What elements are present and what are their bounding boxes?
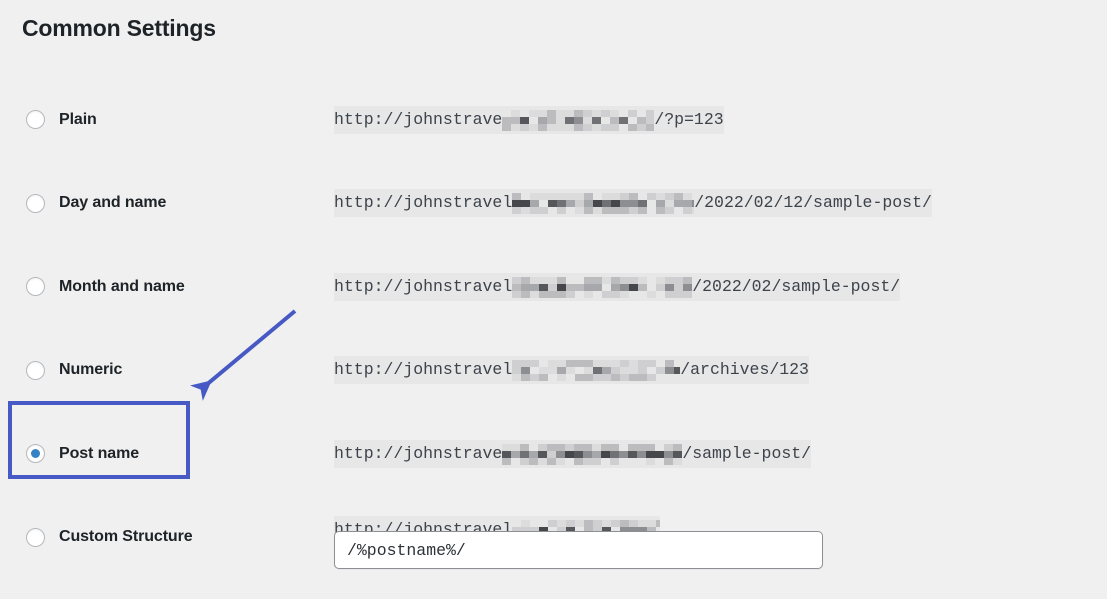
url-example-plain: http://johnstrave /?p=123: [334, 106, 724, 134]
url-example-holder-plain: http://johnstrave /?p=123: [334, 78, 724, 162]
radio-button-post-name-selected[interactable]: [26, 444, 45, 463]
radio-button-numeric[interactable]: [26, 361, 45, 380]
url-suffix: /2022/02/12/sample-post/: [694, 190, 932, 216]
radio-button-month-and-name[interactable]: [26, 277, 45, 296]
option-left-post-name: Post name: [0, 412, 334, 496]
url-example-holder-month-and-name: http://johnstravel/2022/02/sample-post/: [334, 245, 900, 329]
option-label-month-and-name: Month and name: [59, 278, 185, 296]
url-prefix: http://johnstravel: [334, 274, 512, 300]
url-prefix: http://johnstrave: [334, 107, 502, 133]
redacted-domain-mosaic: [502, 442, 682, 466]
option-row: Post name http://johnstrave/sample-post/: [0, 412, 1107, 496]
url-prefix: http://johnstravel: [334, 357, 512, 383]
option-label-custom-structure: Custom Structure: [59, 528, 193, 546]
option-label-numeric: Numeric: [59, 361, 122, 379]
option-left-custom-structure: Custom Structure: [0, 496, 334, 580]
option-left-plain: Plain: [0, 78, 334, 162]
radio-option-custom-structure[interactable]: Custom Structure: [0, 528, 193, 547]
url-prefix: http://johnstravel: [334, 190, 512, 216]
option-left-month-and-name: Month and name: [0, 245, 334, 329]
radio-option-numeric[interactable]: Numeric: [0, 361, 122, 380]
option-row: Numeric http://johnstravel/archives/123: [0, 329, 1107, 413]
url-example-day-and-name: http://johnstravel/2022/02/12/sample-pos…: [334, 189, 932, 217]
url-suffix: /sample-post/: [682, 441, 811, 467]
url-example-post-name: http://johnstrave/sample-post/: [334, 440, 811, 468]
radio-option-month-and-name[interactable]: Month and name: [0, 277, 185, 296]
option-label-post-name: Post name: [59, 445, 139, 463]
redacted-domain-mosaic: [512, 275, 692, 299]
url-suffix: /?p=123: [654, 107, 723, 133]
url-example-month-and-name: http://johnstravel/2022/02/sample-post/: [334, 273, 900, 301]
redacted-domain-mosaic: [512, 191, 694, 215]
option-left-day-and-name: Day and name: [0, 162, 334, 246]
radio-button-custom-structure[interactable]: [26, 528, 45, 547]
option-row: Day and name http://johnstravel/2022/02/1…: [0, 162, 1107, 246]
url-suffix: /2022/02/sample-post/: [692, 274, 900, 300]
option-label-day-and-name: Day and name: [59, 194, 166, 212]
radio-button-day-and-name[interactable]: [26, 194, 45, 213]
url-prefix: http://johnstrave: [334, 441, 502, 467]
radio-option-plain[interactable]: Plain: [0, 110, 97, 129]
radio-button-plain[interactable]: [26, 110, 45, 129]
option-left-numeric: Numeric: [0, 329, 334, 413]
page-title: Common Settings: [22, 15, 216, 42]
redacted-domain-mosaic: [512, 358, 680, 382]
option-row: Plain http://johnstrave /?p=123: [0, 78, 1107, 162]
url-example-holder-post-name: http://johnstrave/sample-post/: [334, 412, 811, 496]
redacted-domain-mosaic: [502, 108, 654, 132]
url-example-numeric: http://johnstravel/archives/123: [334, 356, 809, 384]
option-label-plain: Plain: [59, 111, 97, 129]
custom-structure-input[interactable]: [334, 531, 823, 569]
permalink-options-list: Plain http://johnstrave /?p=123 Day and nam…: [0, 78, 1107, 579]
url-example-holder-day-and-name: http://johnstravel/2022/02/12/sample-pos…: [334, 162, 932, 246]
url-example-holder-numeric: http://johnstravel/archives/123: [334, 329, 809, 413]
option-row: Month and name http://johnstravel/2022/02…: [0, 245, 1107, 329]
radio-option-post-name[interactable]: Post name: [0, 444, 139, 463]
url-suffix: /archives/123: [680, 357, 809, 383]
radio-option-day-and-name[interactable]: Day and name: [0, 194, 166, 213]
